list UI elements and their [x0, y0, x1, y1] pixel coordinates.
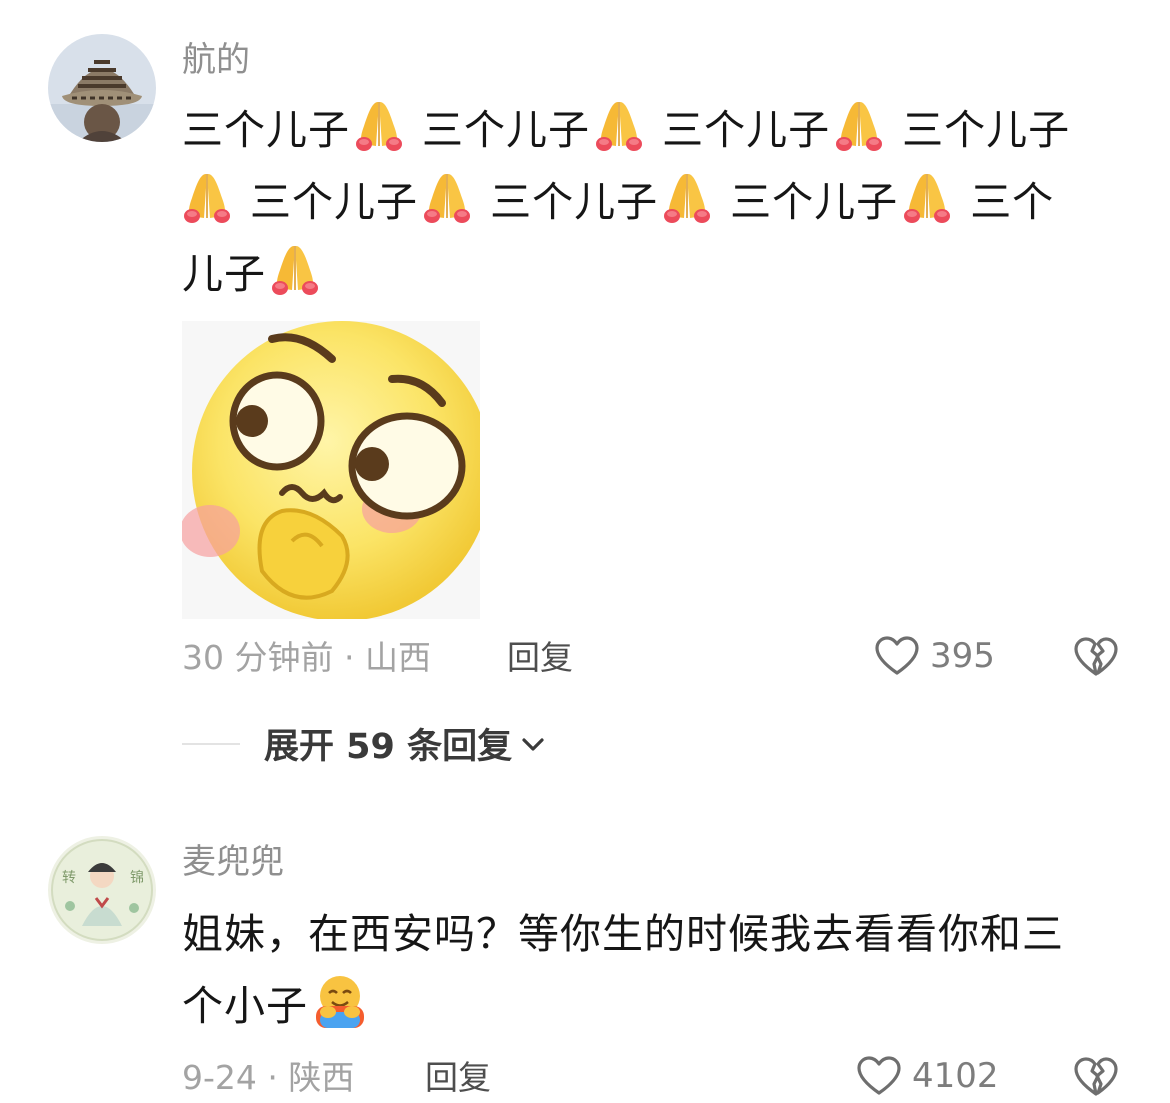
- heart-icon: [856, 1055, 902, 1097]
- avatar[interactable]: [48, 34, 156, 142]
- like-count: 4102: [912, 1056, 999, 1096]
- like-button[interactable]: 4102: [856, 1055, 999, 1097]
- comment-time-location: 9-24 · 陕西: [182, 1058, 355, 1097]
- divider: [182, 742, 240, 745]
- svg-text:转: 转: [62, 870, 76, 886]
- expand-replies-label: 展开 59 条回复: [264, 727, 513, 767]
- comment-time-location: 30 分钟前 · 山西: [182, 638, 431, 677]
- comment-text: 姐妹，在西安吗？等你生的时候我去看看你和三 个小子: [182, 898, 1127, 1042]
- username[interactable]: 麦兜兜: [182, 842, 284, 882]
- username[interactable]: 航的: [182, 40, 250, 80]
- folded-hands-icon: [422, 168, 472, 224]
- folded-hands-icon: [354, 96, 404, 152]
- avatar[interactable]: 转 锦: [48, 836, 156, 944]
- folded-hands-icon: [594, 96, 644, 152]
- broken-heart-icon[interactable]: [1072, 634, 1120, 678]
- expand-replies-button[interactable]: 展开 59 条回复: [182, 718, 546, 769]
- text-line: 姐妹，在西安吗？等你生的时候我去看看你和三: [182, 910, 1064, 958]
- folded-hands-icon: [182, 168, 232, 224]
- hugging-face-icon: [312, 974, 368, 1030]
- chevron-down-icon: [522, 737, 544, 751]
- folded-hands-icon: [270, 240, 320, 296]
- text-line: 三个儿子 三个儿子 三个儿子 三个儿子: [182, 94, 1127, 166]
- shy-face-sticker-icon: [182, 321, 480, 619]
- folded-hands-icon: [902, 168, 952, 224]
- like-button[interactable]: 395: [874, 635, 995, 677]
- text-line: 三个儿子 三个儿子 三个儿子 三个: [182, 166, 1127, 238]
- comment-text: 三个儿子 三个儿子 三个儿子 三个儿子 三个儿子 三个儿子 三个儿子 三个 儿子: [182, 94, 1127, 310]
- reply-button[interactable]: 回复: [507, 638, 573, 678]
- folded-hands-icon: [662, 168, 712, 224]
- like-count: 395: [930, 636, 995, 676]
- broken-heart-icon[interactable]: [1072, 1054, 1120, 1098]
- reply-button[interactable]: 回复: [425, 1058, 491, 1098]
- sticker-image[interactable]: [182, 321, 480, 619]
- text-line: 个小子: [182, 970, 1127, 1042]
- folded-hands-icon: [834, 96, 884, 152]
- svg-text:锦: 锦: [130, 869, 144, 886]
- heart-icon: [874, 635, 920, 677]
- text-line: 儿子: [182, 238, 1127, 310]
